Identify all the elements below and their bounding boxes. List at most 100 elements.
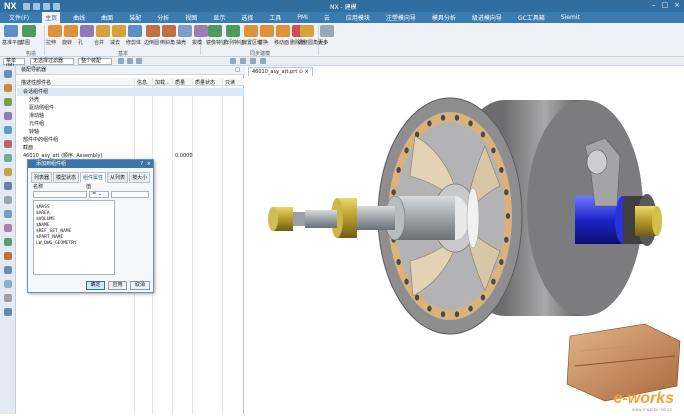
info-icon[interactable] <box>4 308 12 316</box>
history-icon[interactable] <box>4 154 12 162</box>
attribute-list-item[interactable]: $VOLUME <box>36 217 55 222</box>
render-style-icon[interactable] <box>240 58 246 64</box>
close-icon[interactable]: × <box>674 1 680 9</box>
ribbon-button-label[interactable]: 草图 <box>20 39 30 46</box>
ribbon-button-label[interactable]: 拔模 <box>192 39 202 46</box>
ribbon-button-label[interactable]: 更多 <box>318 39 328 46</box>
ribbon-button-label[interactable]: 替换 <box>258 39 268 46</box>
attribute-list-item[interactable]: $NAME <box>36 223 50 228</box>
settings-icon[interactable] <box>4 280 12 288</box>
menu-button[interactable]: 菜单(M) <box>3 58 25 69</box>
menu-item[interactable]: GC工具箱 <box>515 12 548 23</box>
menu-item[interactable]: 云 <box>321 12 333 23</box>
ribbon-button-label[interactable]: 旋转 <box>62 39 72 46</box>
name-input[interactable] <box>33 191 87 198</box>
ribbon-button-label[interactable]: 拉伸 <box>46 39 56 46</box>
attribute-list-item[interactable]: $MASS <box>36 205 50 210</box>
part-navigator-icon[interactable] <box>4 98 12 106</box>
ribbon-button-icon[interactable] <box>276 25 290 37</box>
menu-item[interactable]: 应用模块 <box>343 12 373 23</box>
window-switch-icon[interactable] <box>52 2 60 10</box>
ribbon-button-label[interactable]: 移动面 <box>274 39 289 46</box>
menu-item[interactable]: 分析 <box>154 12 172 23</box>
tree-row[interactable]: 元件组 <box>17 120 244 128</box>
menu-item[interactable]: 视图 <box>182 12 200 23</box>
assembly-model-render[interactable] <box>245 66 684 414</box>
ribbon-button-icon[interactable] <box>162 25 176 37</box>
menu-item[interactable]: 装配 <box>126 12 144 23</box>
menu-item[interactable]: 曲线 <box>70 12 88 23</box>
snap-icon[interactable] <box>118 58 124 64</box>
column-mass-status[interactable]: 质量状态 <box>195 79 215 86</box>
dialog-tab[interactable]: 模型状态 <box>53 172 80 183</box>
redo-icon[interactable] <box>42 2 50 10</box>
selection-scope-dropdown[interactable]: 整个装配 <box>78 58 112 65</box>
maximize-icon[interactable]: □ <box>662 1 669 9</box>
more-icon[interactable] <box>4 294 12 302</box>
menu-item[interactable]: Siemit <box>558 13 583 22</box>
menu-item[interactable]: 模具分析 <box>429 12 459 23</box>
value-input[interactable] <box>111 191 149 198</box>
ribbon-button-label[interactable]: 基准平面 <box>2 39 22 46</box>
ribbon-button-icon[interactable] <box>300 25 314 37</box>
ribbon-button-label[interactable]: 孔 <box>78 39 83 46</box>
ribbon-button-label[interactable]: 阵列特征 <box>224 39 244 46</box>
ribbon-button-icon[interactable] <box>320 25 334 37</box>
ribbon-button-icon[interactable] <box>22 25 36 37</box>
part-file-tab[interactable]: 46010_asy_att.prt ⊙ × <box>248 67 313 76</box>
fit-icon[interactable] <box>260 58 266 64</box>
menu-item[interactable]: 文件(F) <box>6 12 32 23</box>
undo-icon[interactable] <box>32 2 40 10</box>
web-browser-icon[interactable] <box>4 140 12 148</box>
hd3d-tools-icon[interactable] <box>4 126 12 134</box>
apply-button[interactable]: 应用 <box>108 281 127 290</box>
column-loaded[interactable]: 加载... <box>155 79 170 86</box>
column-name[interactable]: 描述性部件名 <box>21 79 51 86</box>
ribbon-button-label[interactable]: 合并 <box>94 39 104 46</box>
tree-row[interactable]: 滑动轴 <box>17 112 244 120</box>
navigator-close-icon[interactable]: □ <box>235 66 240 75</box>
operator-dropdown[interactable]: = ⌄ <box>89 191 109 198</box>
ribbon-button-icon[interactable] <box>194 25 208 37</box>
ribbon-button-icon[interactable] <box>226 25 240 37</box>
attribute-list-item[interactable]: $PART_NAME <box>36 235 63 240</box>
close-icon[interactable]: × <box>147 160 151 168</box>
view-icon[interactable] <box>230 58 236 64</box>
tree-row[interactable]: 会话组件组 <box>17 88 244 96</box>
menu-item[interactable]: PMI <box>294 13 311 22</box>
ribbon-button-icon[interactable] <box>48 25 62 37</box>
ribbon-button-icon[interactable] <box>64 25 78 37</box>
process-studio-icon[interactable] <box>4 168 12 176</box>
ribbon-button-label[interactable]: 倒斜角 <box>160 39 175 46</box>
column-info[interactable]: 信息 <box>137 79 147 86</box>
graphics-viewport[interactable]: 46010_asy_att.prt ⊙ × e-works www.e-work… <box>245 66 684 414</box>
analysis-icon[interactable] <box>4 266 12 274</box>
ribbon-button-icon[interactable] <box>4 25 18 37</box>
ribbon-button-icon[interactable] <box>244 25 258 37</box>
save-icon[interactable] <box>22 2 30 10</box>
visualization-icon[interactable] <box>4 224 12 232</box>
tree-row[interactable]: 部件中的组件组 <box>17 136 244 144</box>
ribbon-button-icon[interactable] <box>96 25 110 37</box>
ribbon-button-icon[interactable] <box>112 25 126 37</box>
tree-row[interactable]: 外壳 <box>17 96 244 104</box>
ribbon-button-icon[interactable] <box>128 25 142 37</box>
column-readonly[interactable]: 只读 <box>225 79 235 86</box>
dialog-tab[interactable]: 组件属性 <box>80 172 107 183</box>
help-icon[interactable]: ? <box>140 160 143 168</box>
tree-row[interactable]: 驱动侧组件 <box>17 104 244 112</box>
ribbon-button-icon[interactable] <box>80 25 94 37</box>
roles-icon[interactable] <box>4 196 12 204</box>
attribute-list[interactable]: $MASS $AREA $VOLUME $NAME $REF_SET_NAME $PART… <box>33 200 115 275</box>
ribbon-button-icon[interactable] <box>260 25 274 37</box>
menu-item[interactable]: 级进模向导 <box>469 12 505 23</box>
dialog-tab[interactable]: 从列表 <box>107 172 129 183</box>
palette-icon[interactable] <box>4 238 12 246</box>
menu-item[interactable]: 选择 <box>238 12 256 23</box>
assembly-navigator-icon[interactable] <box>4 70 12 78</box>
menu-item[interactable]: 显示 <box>210 12 228 23</box>
cancel-button[interactable]: 取消 <box>130 281 150 290</box>
ribbon-button-icon[interactable] <box>178 25 192 37</box>
reuse-library-icon[interactable] <box>4 112 12 120</box>
attribute-list-item[interactable]: $AREA <box>36 211 50 216</box>
